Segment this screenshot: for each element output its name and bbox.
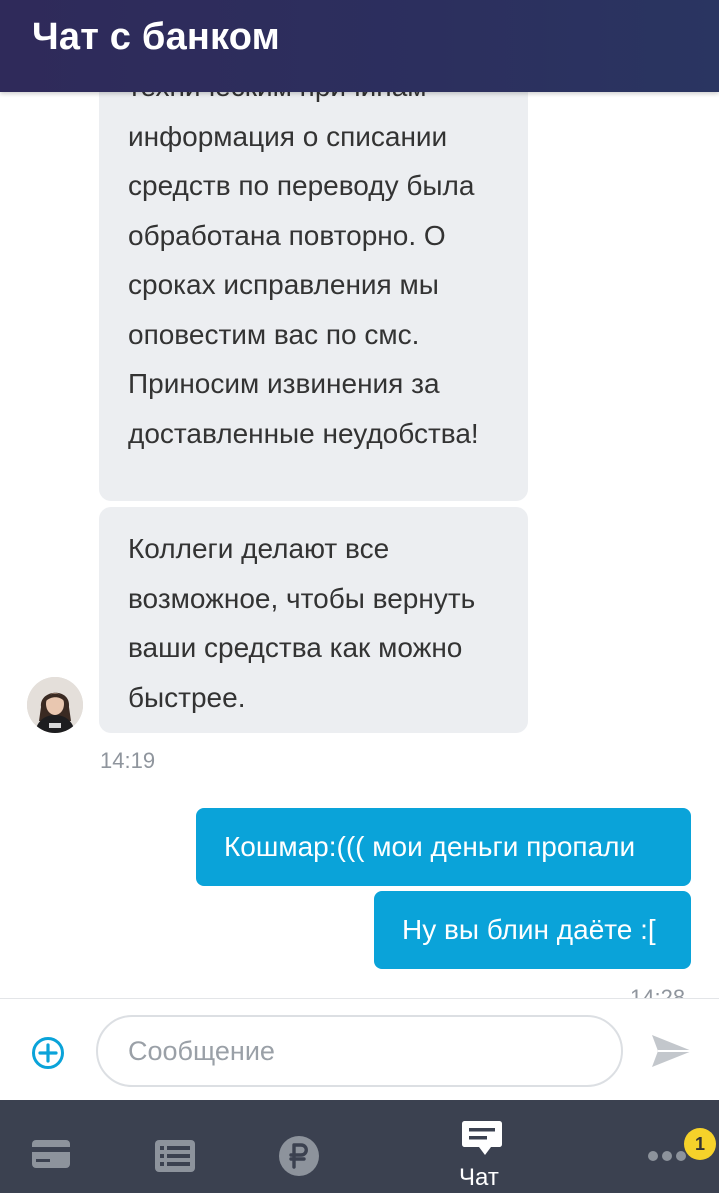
notification-badge: 1 <box>684 1128 716 1160</box>
card-icon <box>32 1140 70 1168</box>
message-line: ваши средства как можно <box>128 632 463 663</box>
message-timestamp: 14:28 <box>630 985 686 998</box>
page-title: Чат с банком <box>32 16 280 58</box>
message-line: средств по переводу была <box>128 170 475 201</box>
message-text: Ну вы блин даёте :[ <box>402 914 656 945</box>
operator-photo-icon <box>27 677 83 733</box>
app-header: Чат с банком <box>0 0 719 92</box>
message-text: Кошмар:((( мои деньги пропали <box>224 831 636 862</box>
message-line: Приносим извинения за <box>128 368 440 399</box>
send-button[interactable] <box>650 1032 694 1070</box>
tab-cards[interactable] <box>20 1100 80 1193</box>
incoming-message: Коллеги делают все возможное, чтобы верн… <box>99 507 528 733</box>
more-icon <box>648 1151 686 1161</box>
plus-circle-icon <box>32 1037 64 1069</box>
operator-avatar[interactable] <box>27 677 83 733</box>
list-icon <box>155 1140 195 1172</box>
message-line: информация о списании <box>128 120 448 152</box>
message-line: обработана повторно. О <box>128 219 446 251</box>
tab-chat-label: Чат <box>459 1164 499 1191</box>
message-line: возможное, чтобы вернуть <box>128 582 476 614</box>
message-timestamp: 14:19 <box>100 748 156 773</box>
outgoing-message: Ну вы блин даёте :[ <box>374 891 691 969</box>
message-line: доставленные неудобства! <box>128 417 479 449</box>
chat-history[interactable]: техническим причинам информация о списан… <box>0 92 719 998</box>
incoming-message: техническим причинам информация о списан… <box>99 92 528 501</box>
send-icon <box>652 1035 692 1067</box>
message-line: техническим причинам <box>128 92 518 112</box>
message-line: Коллеги делают все <box>128 533 390 564</box>
chat-icon <box>462 1121 502 1155</box>
ruble-icon <box>279 1136 319 1176</box>
message-composer <box>0 998 719 1100</box>
attach-button[interactable] <box>31 1036 65 1070</box>
tab-history[interactable] <box>145 1100 205 1193</box>
message-line: быстрее. <box>128 681 246 713</box>
message-line: сроках исправления мы <box>128 269 439 300</box>
message-input[interactable] <box>96 1015 623 1087</box>
tab-chat[interactable]: Чат <box>445 1100 525 1193</box>
bottom-tab-bar: Чат <box>0 1100 719 1193</box>
message-line: оповестим вас по смс. <box>128 318 420 350</box>
outgoing-message: Кошмар:((( мои деньги пропали <box>196 808 691 886</box>
tab-payments[interactable] <box>270 1100 330 1193</box>
